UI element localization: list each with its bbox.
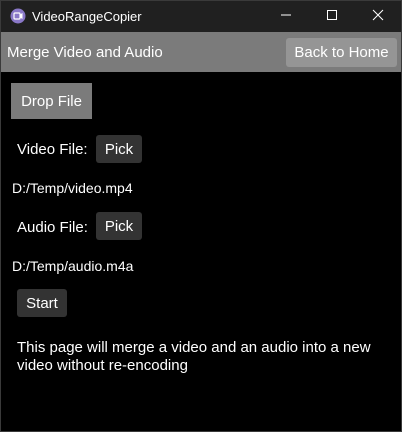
page-description: This page will merge a video and an audi…: [17, 339, 371, 374]
video-file-path: D:/Temp/video.mp4: [12, 180, 133, 196]
app-window: VideoRangeCopier Merge Video and Audio B…: [0, 0, 402, 432]
pick-audio-button[interactable]: Pick: [96, 212, 142, 240]
window-title: VideoRangeCopier: [32, 9, 142, 24]
maximize-button[interactable]: [309, 1, 355, 32]
close-icon: [372, 8, 384, 26]
maximize-icon: [326, 8, 338, 26]
page-header: Merge Video and Audio Back to Home: [1, 32, 401, 72]
back-to-home-button[interactable]: Back to Home: [286, 38, 397, 67]
minimize-icon: [280, 8, 292, 26]
audio-file-path: D:/Temp/audio.m4a: [12, 258, 134, 274]
app-logo-icon: [10, 8, 26, 24]
audio-file-label: Audio File:: [17, 219, 88, 236]
video-file-label: Video File:: [17, 141, 88, 158]
start-button[interactable]: Start: [17, 289, 67, 317]
page-title: Merge Video and Audio: [7, 44, 163, 61]
minimize-button[interactable]: [263, 1, 309, 32]
drop-file-button[interactable]: Drop File: [11, 83, 92, 119]
pick-video-button[interactable]: Pick: [96, 135, 142, 163]
title-bar[interactable]: VideoRangeCopier: [1, 1, 401, 32]
close-button[interactable]: [355, 1, 401, 32]
